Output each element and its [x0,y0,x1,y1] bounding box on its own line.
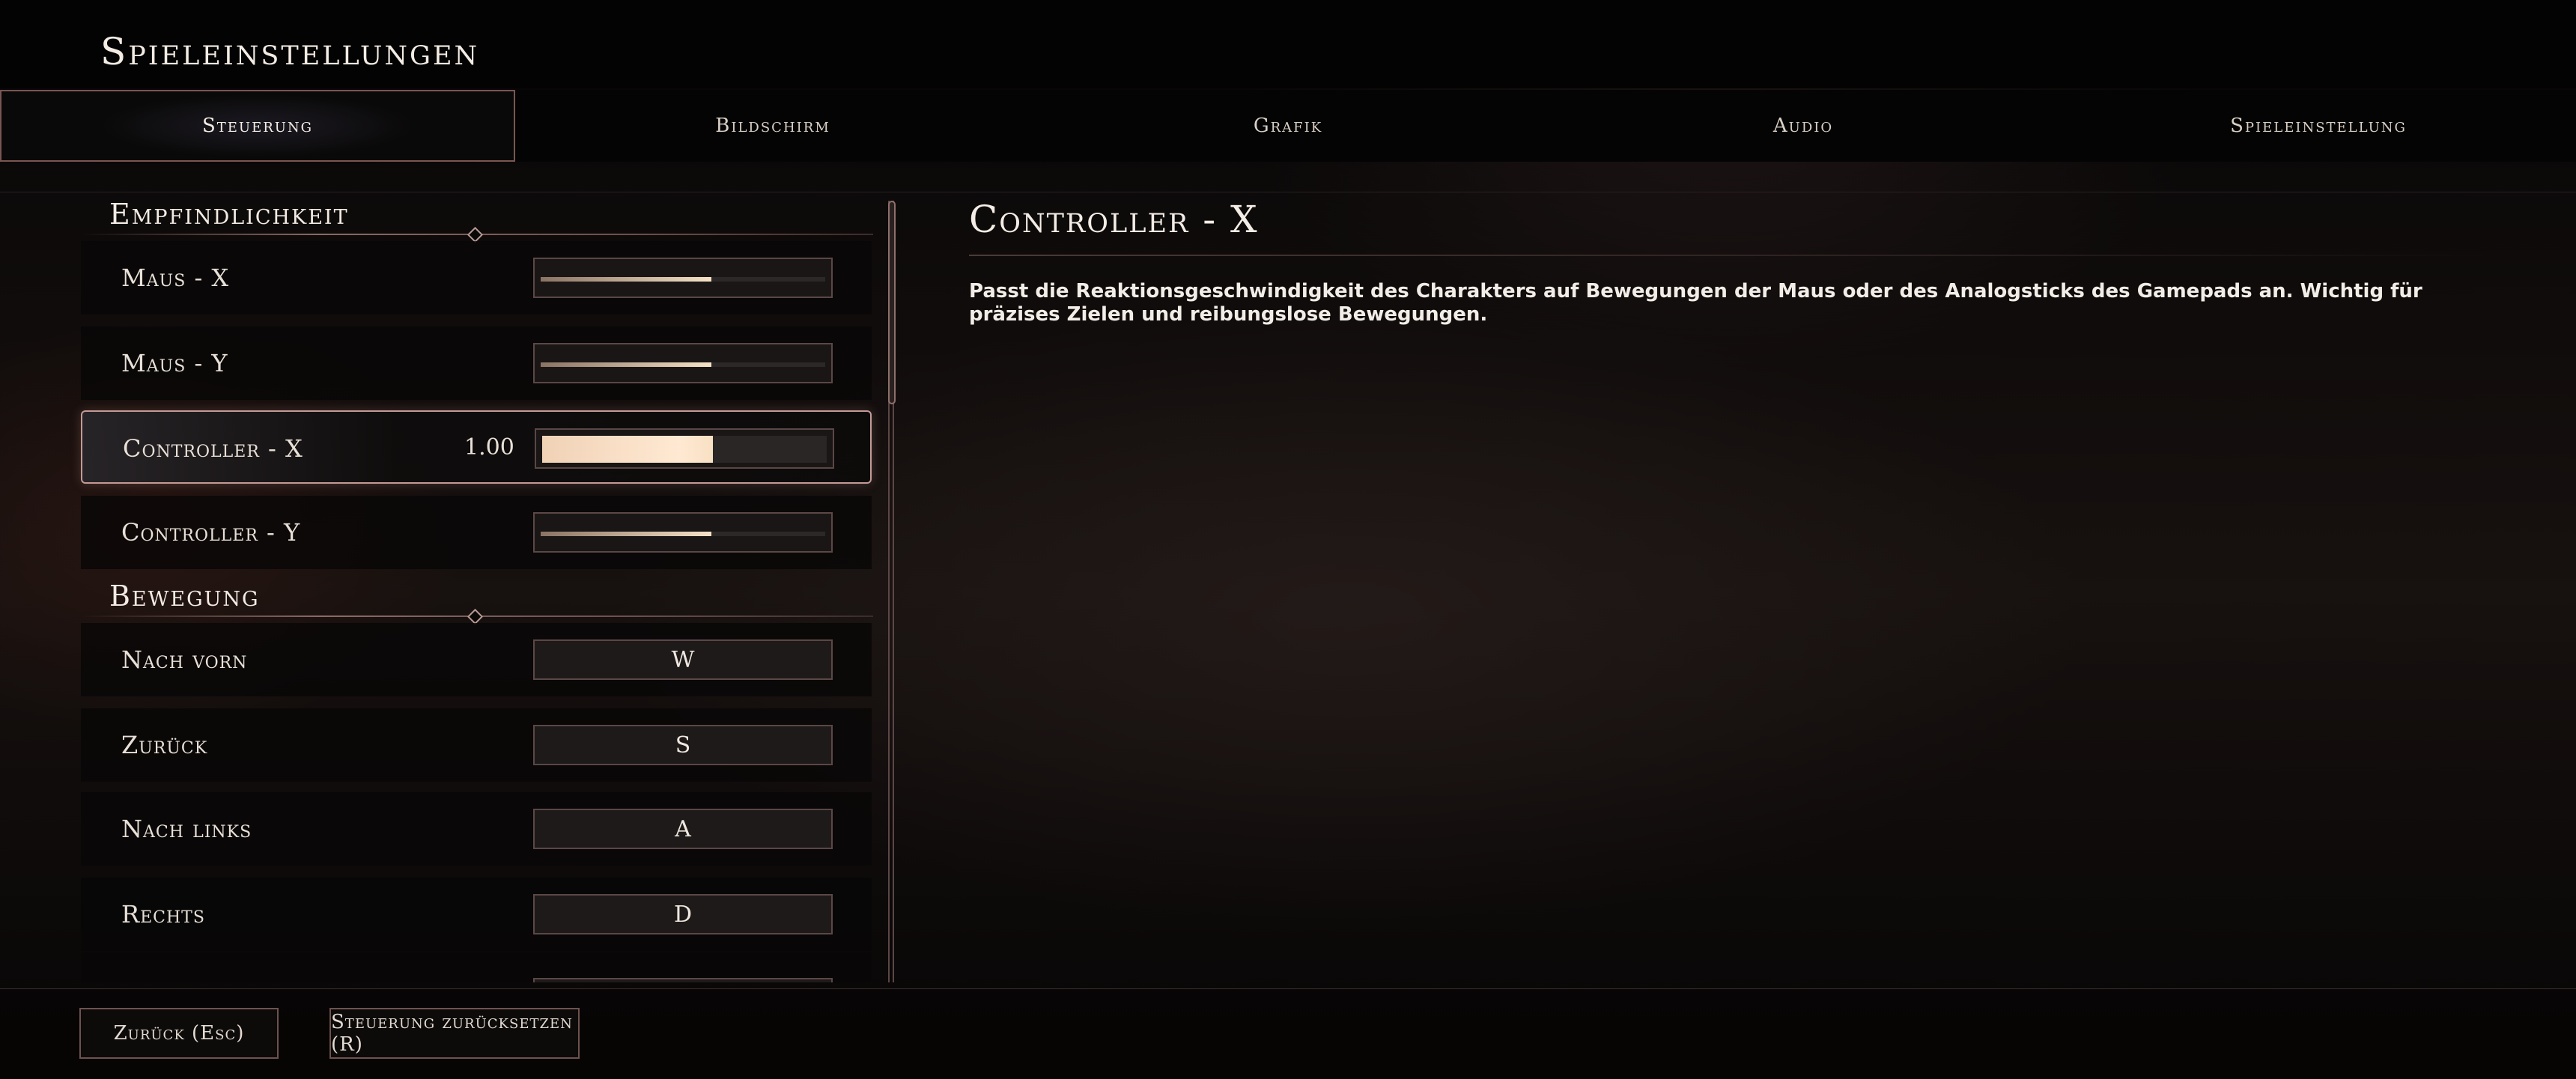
page-title: Spieleinstellungen [100,30,480,73]
setting-label: Controller - Y [121,518,301,547]
setting-label: Nach links [121,815,252,843]
tab-steuerung[interactable]: Steuerung [0,90,515,162]
keybind-button[interactable] [533,978,833,982]
setting-label: Rechts [121,900,205,928]
setting-label: Maus - X [121,264,230,292]
slider-track [542,436,827,463]
detail-title: Controller - X [969,198,1259,241]
setting-row-maus-x[interactable]: Maus - X [81,241,872,314]
reset-controls-button[interactable]: Steuerung zurücksetzen (R) [329,1008,580,1059]
setting-row-zurueck[interactable]: Zurück S [81,708,872,782]
keybind-button[interactable]: W [533,639,833,680]
tab-grafik[interactable]: Grafik [1030,90,1546,162]
section-title-movement: Bewegung [109,580,260,613]
slider-track [541,532,825,536]
back-button[interactable]: Zurück (Esc) [79,1008,279,1059]
slider-fill [541,277,711,282]
scrollbar-thumb[interactable] [888,201,896,404]
sensitivity-slider[interactable] [533,258,833,298]
setting-label: Zurück [121,731,208,759]
setting-label: Maus - Y [121,349,228,377]
detail-divider [969,255,2503,256]
setting-value: 1.00 [464,434,514,461]
setting-row-controller-x[interactable]: Controller - X 1.00 [81,410,872,484]
slider-track [541,362,825,367]
slider-fill [542,436,713,463]
tab-spieleinstellung[interactable]: Spieleinstellung [2061,90,2576,162]
setting-row-controller-y[interactable]: Controller - Y [81,496,872,569]
setting-row-rechts[interactable]: Rechts D [81,878,872,951]
sensitivity-slider[interactable] [533,343,833,383]
setting-label: Controller - X [123,434,303,463]
setting-row-maus-y[interactable]: Maus - Y [81,326,872,400]
slider-fill [541,362,711,367]
sensitivity-slider[interactable] [535,428,834,469]
detail-description: Passt die Reaktionsgeschwindigkeit des C… [969,280,2422,326]
section-title-sensitivity: Empfindlichkeit [109,198,349,231]
slider-fill [541,532,711,536]
tab-bildschirm[interactable]: Bildschirm [515,90,1030,162]
tab-audio[interactable]: Audio [1546,90,2061,162]
slider-track [541,277,825,282]
keybind-button[interactable]: D [533,894,833,934]
setting-row-partial[interactable] [81,952,872,982]
sensitivity-slider[interactable] [533,512,833,553]
keybind-button[interactable]: A [533,809,833,849]
setting-row-nach-links[interactable]: Nach links A [81,792,872,866]
setting-label: Nach vorn [121,645,248,674]
keybind-button[interactable]: S [533,725,833,765]
setting-row-nach-vorn[interactable]: Nach vorn W [81,623,872,696]
settings-tabs: Steuerung Bildschirm Grafik Audio Spiele… [0,90,2576,162]
